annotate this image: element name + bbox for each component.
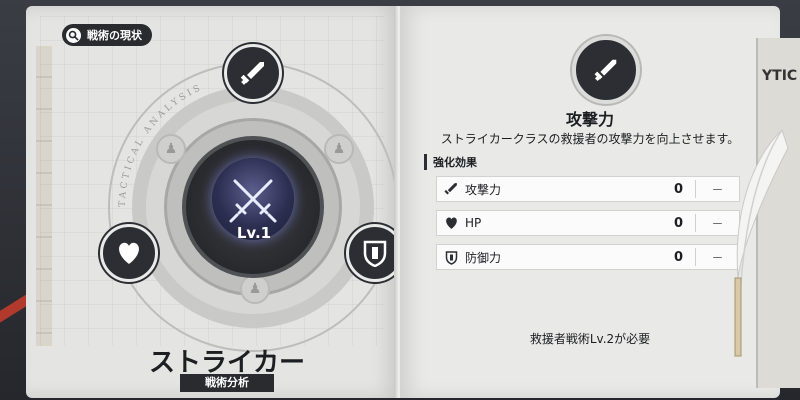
stat-name: HP [465, 216, 482, 230]
tactics-book: 戦術の現状 TACTICAL ANALYSIS ♟ ♟ ♟ Lv.1 ストライカ… [26, 6, 784, 398]
stat-value: 0 [673, 249, 683, 265]
stat-name: 防御力 [465, 250, 502, 265]
class-subtitle: 戦術分析 [180, 374, 274, 392]
stat-name: 攻撃力 [465, 182, 502, 197]
heart-icon [437, 216, 465, 230]
sword-icon [594, 59, 617, 82]
sword-icon [240, 62, 264, 85]
stat-value: 0 [673, 215, 683, 231]
pawn-icon: ♟ [156, 134, 186, 164]
left-page: 戦術の現状 TACTICAL ANALYSIS ♟ ♟ ♟ Lv.1 ストライカ… [26, 6, 398, 398]
tactic-tree: TACTICAL ANALYSIS ♟ ♟ ♟ Lv.1 [100, 44, 398, 352]
shield-icon [363, 240, 387, 267]
defense-node[interactable] [346, 224, 398, 282]
tactics-status-badge: 戦術の現状 [62, 24, 152, 46]
stat-row-attack: 攻撃力 0 － [436, 176, 740, 202]
stat-row-defense: 防御力 0 － [436, 244, 740, 270]
effects-section-label: 強化効果 [424, 154, 477, 170]
stat-value: 0 [673, 181, 683, 197]
stat-row-hp: HP 0 － [436, 210, 740, 236]
hp-node[interactable] [100, 224, 158, 282]
pawn-icon: ♟ [240, 274, 270, 304]
level-label: Lv.1 [236, 224, 272, 242]
search-icon [66, 27, 81, 43]
heart-icon [119, 242, 139, 264]
pawn-icon: ♟ [324, 134, 354, 164]
newspaper-headline: YTIC [762, 68, 798, 84]
shield-icon [437, 250, 465, 265]
skill-name: 攻撃力 [565, 110, 614, 129]
sword-icon [437, 181, 465, 197]
skill-emblem [572, 36, 640, 104]
attack-node[interactable] [224, 44, 282, 102]
tactics-status-label: 戦術の現状 [87, 29, 142, 42]
quill-icon [734, 129, 789, 357]
